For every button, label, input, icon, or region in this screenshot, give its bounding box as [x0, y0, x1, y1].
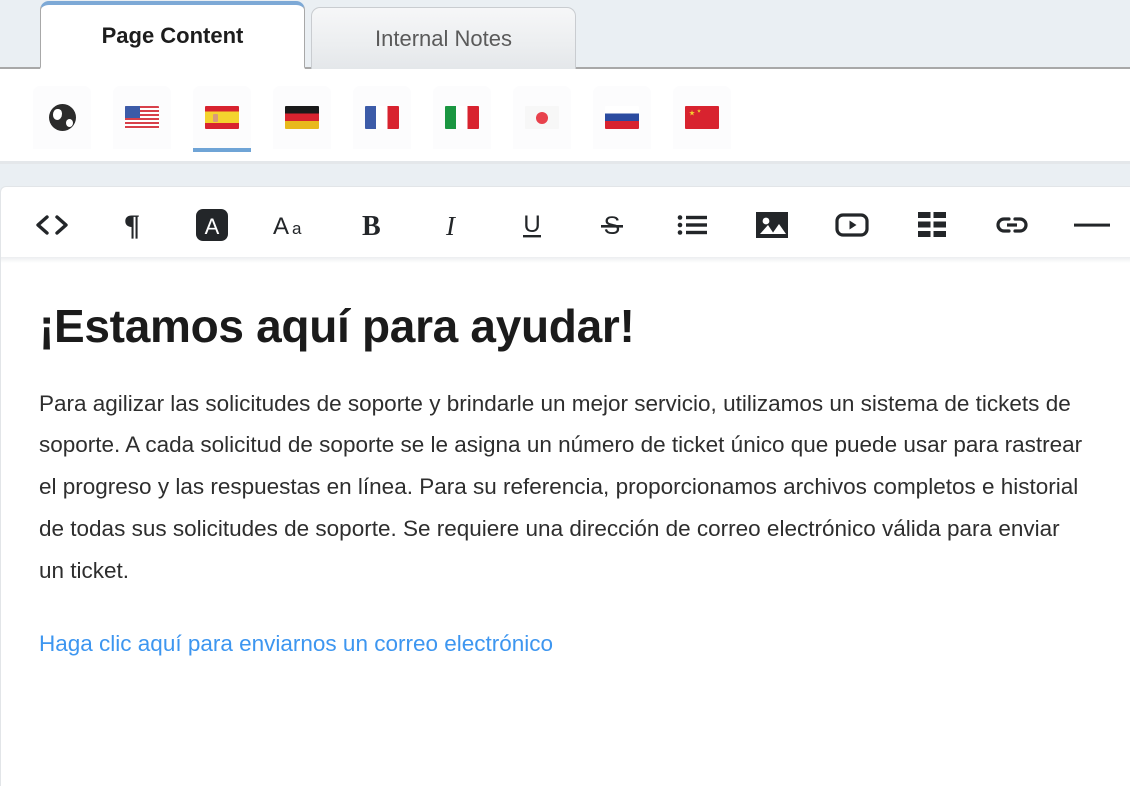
- language-tab-es[interactable]: [193, 86, 251, 149]
- svg-text:U: U: [523, 211, 540, 238]
- tab-strip: Page Content Internal Notes: [0, 0, 1130, 69]
- bullet-list-button[interactable]: [671, 204, 713, 246]
- language-tab-it[interactable]: [433, 86, 491, 149]
- svg-text:A: A: [205, 214, 220, 239]
- svg-text:I: I: [445, 211, 457, 239]
- svg-text:¶: ¶: [124, 210, 140, 240]
- language-tab-us[interactable]: [113, 86, 171, 149]
- globe-icon: [49, 104, 76, 131]
- tab-internal-notes[interactable]: Internal Notes: [311, 7, 576, 69]
- editor-toolbar: ¶ A A a B I U: [1, 187, 1130, 263]
- insert-video-button[interactable]: [831, 204, 873, 246]
- tab-page-content[interactable]: Page Content: [40, 1, 305, 69]
- strikethrough-button[interactable]: S: [591, 204, 633, 246]
- insert-table-button[interactable]: [911, 204, 953, 246]
- language-tab-ru[interactable]: [593, 86, 651, 149]
- paragraph-format-button[interactable]: ¶: [111, 204, 153, 246]
- svg-text:A: A: [273, 213, 289, 238]
- language-tab-globe[interactable]: [33, 86, 91, 149]
- language-tab-fr[interactable]: [353, 86, 411, 149]
- email-link[interactable]: Haga clic aquí para enviarnos un correo …: [39, 630, 553, 657]
- italic-button[interactable]: I: [431, 204, 473, 246]
- rich-text-editor: ¶ A A a B I U: [0, 186, 1130, 786]
- tab-page-content-label: Page Content: [102, 23, 244, 49]
- bold-button[interactable]: B: [351, 204, 393, 246]
- svg-text:a: a: [292, 219, 302, 238]
- insert-image-button[interactable]: [751, 204, 793, 246]
- flag-jp-icon: [525, 106, 559, 129]
- underline-button[interactable]: U: [511, 204, 553, 246]
- body-paragraph: Para agilizar las solicitudes de soporte…: [39, 383, 1090, 592]
- page-title: ¡Estamos aquí para ayudar!: [39, 301, 1090, 353]
- flag-fr-icon: [365, 106, 399, 129]
- flag-it-icon: [445, 106, 479, 129]
- flag-es-icon: [205, 106, 239, 129]
- insert-link-button[interactable]: [991, 204, 1033, 246]
- language-bar: [0, 69, 1130, 164]
- horizontal-rule-button[interactable]: [1071, 204, 1113, 246]
- tab-internal-notes-label: Internal Notes: [375, 26, 512, 52]
- text-color-button[interactable]: A: [191, 204, 233, 246]
- language-tab-de[interactable]: [273, 86, 331, 149]
- svg-text:B: B: [362, 211, 381, 239]
- source-code-button[interactable]: [31, 204, 73, 246]
- font-size-button[interactable]: A a: [271, 204, 313, 246]
- flag-us-icon: [125, 106, 159, 129]
- editor-content-area[interactable]: ¡Estamos aquí para ayudar! Para agilizar…: [1, 263, 1130, 657]
- flag-cn-icon: [685, 106, 719, 129]
- flag-ru-icon: [605, 106, 639, 129]
- flag-de-icon: [285, 106, 319, 129]
- language-tab-jp[interactable]: [513, 86, 571, 149]
- language-tab-cn[interactable]: [673, 86, 731, 149]
